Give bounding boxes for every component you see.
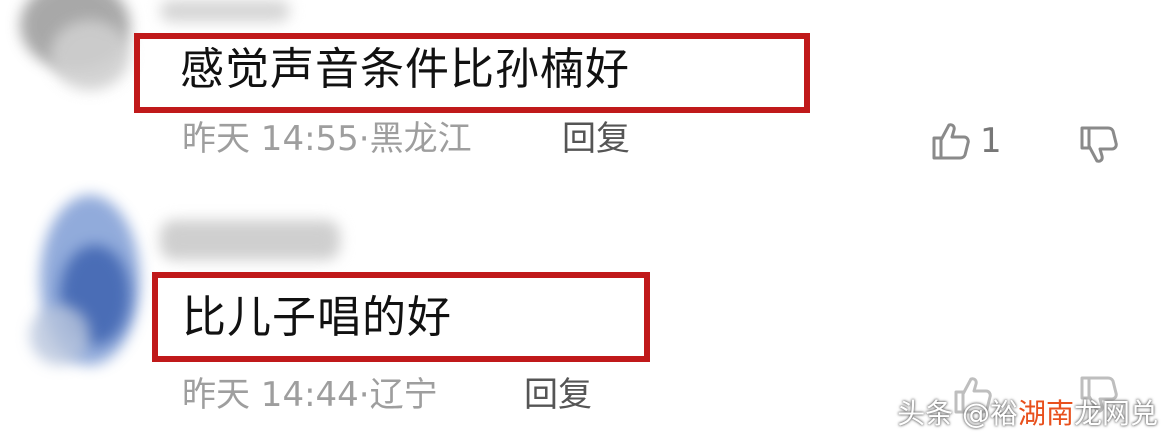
meta-separator: · — [358, 119, 370, 159]
thumbs-up-icon — [932, 123, 970, 160]
comment-text: 感觉声音条件比孙楠好 — [180, 44, 630, 95]
watermark-suffix: 龙网兑 — [1073, 397, 1158, 430]
meta-separator: · — [358, 375, 370, 415]
watermark: 头条 @裕湖南龙网兑 — [897, 400, 1158, 428]
avatar[interactable] — [30, 185, 150, 375]
reply-button[interactable]: 回复 — [524, 378, 592, 412]
dislike-button[interactable] — [1078, 124, 1120, 166]
username-blurred — [160, 220, 340, 260]
comment-meta: 昨天 14:55·黑龙江 — [182, 122, 472, 156]
timestamp: 昨天 14:55 — [182, 119, 359, 159]
reply-button[interactable]: 回复 — [562, 122, 630, 156]
watermark-highlight: 湖南 — [1017, 397, 1074, 430]
watermark-prefix: 头条 @裕 — [897, 397, 1018, 430]
comment-meta: 昨天 14:44·辽宁 — [182, 378, 438, 412]
thumbs-down-icon — [1080, 126, 1118, 163]
like-button[interactable]: 1 — [930, 120, 1010, 162]
username-blurred — [160, 0, 290, 22]
like-count: 1 — [980, 121, 1002, 161]
timestamp: 昨天 14:44 — [182, 375, 359, 415]
avatar[interactable] — [20, 0, 140, 90]
location: 辽宁 — [369, 375, 438, 415]
comment-text: 比儿子唱的好 — [182, 292, 452, 343]
location: 黑龙江 — [369, 119, 472, 159]
